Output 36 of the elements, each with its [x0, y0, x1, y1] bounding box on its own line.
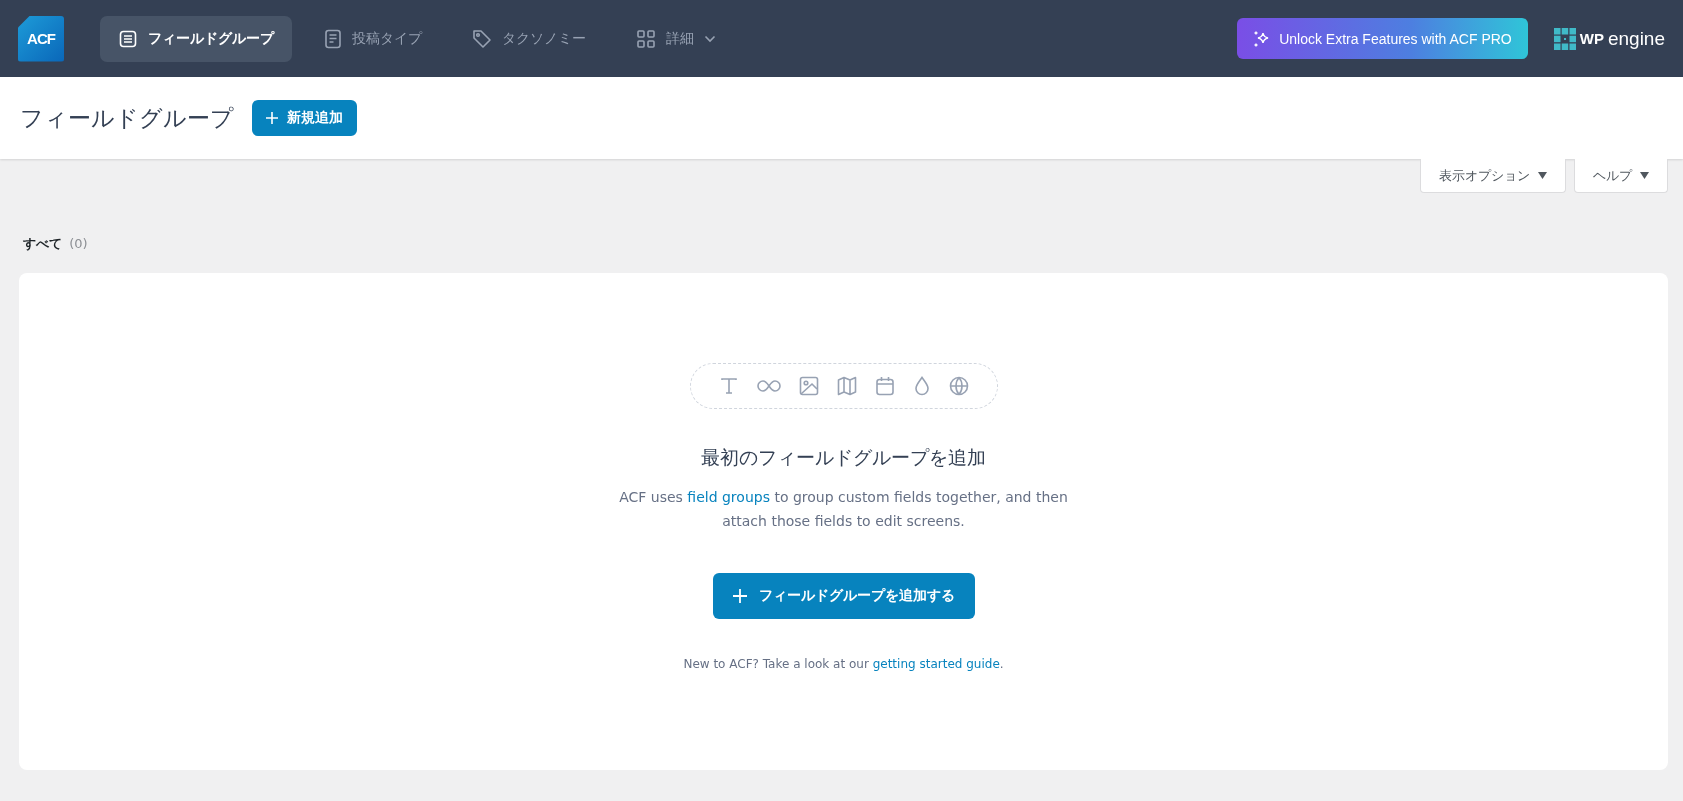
screen-option-tab[interactable]: ヘルプ	[1574, 159, 1668, 193]
add-field-group-button[interactable]: フィールドグループを追加する	[712, 573, 975, 619]
map-icon	[836, 376, 857, 396]
screen-option-tab[interactable]: 表示オプション	[1420, 159, 1566, 193]
globe-icon	[948, 376, 969, 396]
nav-tab[interactable]: フィールドグループ	[100, 15, 292, 62]
filter-link[interactable]: すべて	[23, 236, 62, 251]
plus-icon	[266, 112, 278, 124]
list-icon	[118, 28, 138, 49]
unlock-pro-button[interactable]: Unlock Extra Features with ACF PRO	[1237, 18, 1528, 59]
image-icon	[798, 376, 819, 396]
page-title: フィールドグループ	[20, 103, 234, 133]
text-icon	[718, 376, 739, 396]
add-new-button[interactable]: 新規追加	[252, 100, 357, 136]
droplet-icon	[912, 376, 931, 396]
field-groups-link[interactable]: field groups	[687, 489, 770, 505]
getting-started-text: New to ACF? Take a look at our getting started guide.	[683, 657, 1004, 671]
document-icon	[324, 28, 342, 49]
empty-state-heading: 最初のフィールドグループを追加	[701, 445, 986, 470]
partner-logo[interactable]: WP engine	[1553, 27, 1665, 50]
nav-tab[interactable]: 詳細	[618, 15, 734, 62]
grid-icon	[636, 28, 656, 49]
empty-state-description: ACF uses field groups to group custom fields together, and then attach those fields to edit screens.	[618, 488, 1069, 531]
tag-icon	[472, 28, 492, 49]
triangle-down-icon	[1538, 172, 1547, 179]
triangle-down-icon	[1640, 172, 1649, 179]
filter-count: (0)	[69, 236, 88, 251]
nav-tab[interactable]: タクソノミー	[454, 15, 604, 62]
calendar-icon	[874, 376, 895, 396]
chevron-down-icon	[704, 34, 716, 43]
grid-logo-icon	[1553, 27, 1576, 50]
infinity-icon	[756, 379, 781, 393]
nav-tab[interactable]: 投稿タイプ	[306, 15, 440, 62]
acf-logo[interactable]: ACF	[18, 15, 64, 62]
getting-started-link[interactable]: getting started guide	[872, 657, 1000, 671]
plus-icon	[732, 589, 747, 603]
